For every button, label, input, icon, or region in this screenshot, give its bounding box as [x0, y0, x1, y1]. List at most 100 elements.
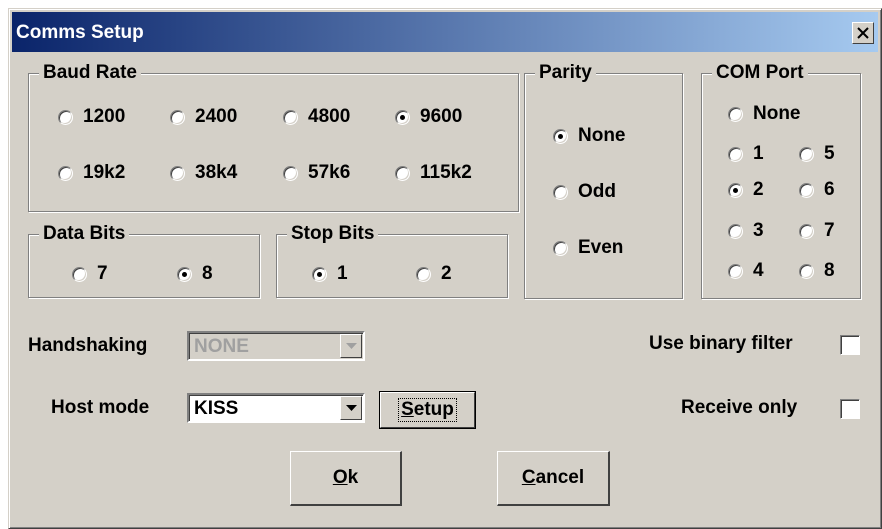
com-port-legend: COM Port	[712, 61, 808, 85]
setup-button-focus: Setup	[398, 398, 457, 422]
com-radio-1[interactable]: 1	[728, 142, 764, 166]
stop-bits-radio-1[interactable]: 1	[312, 262, 348, 286]
baud-option-label: 57k6	[308, 162, 351, 183]
binary-filter-label: Use binary filter	[649, 333, 793, 354]
baud-radio-57k6[interactable]: 57k6	[283, 161, 350, 185]
stop-bits-group: Stop Bits 1 2	[276, 222, 508, 298]
baud-option-label: 19k2	[83, 162, 126, 183]
radio-icon	[58, 165, 73, 181]
baud-option-label: 1200	[83, 106, 126, 127]
radio-icon	[553, 240, 568, 256]
handshaking-label: Handshaking	[28, 335, 148, 356]
cancel-button[interactable]: Cancel	[497, 451, 610, 506]
radio-icon	[799, 223, 814, 239]
setup-button-accel: S	[401, 399, 414, 420]
parity-option-label: Odd	[578, 181, 616, 202]
baud-rate-legend: Baud Rate	[39, 61, 141, 85]
radio-icon	[799, 263, 814, 279]
radio-icon-selected	[553, 128, 568, 144]
radio-icon	[553, 184, 568, 200]
baud-option-label: 4800	[308, 106, 351, 127]
radio-icon	[728, 106, 743, 122]
baud-radio-19k2[interactable]: 19k2	[58, 161, 125, 185]
radio-icon	[170, 165, 185, 181]
setup-button-label: etup	[413, 399, 454, 420]
radio-icon	[283, 109, 298, 125]
com-port-group: COM Port None 1 5 2 6 3 7 4 8	[701, 61, 861, 299]
radio-icon	[728, 223, 743, 239]
handshaking-dropdown-button	[340, 334, 362, 358]
chevron-down-icon	[346, 343, 357, 349]
com-option-label: 3	[753, 220, 764, 241]
radio-icon	[170, 109, 185, 125]
stop-bits-radio-2[interactable]: 2	[416, 262, 452, 286]
setup-button[interactable]: Setup	[379, 391, 476, 429]
parity-group: Parity None Odd Even	[524, 61, 683, 299]
handshaking-select: NONE	[187, 331, 365, 361]
radio-icon	[799, 182, 814, 198]
radio-icon	[728, 263, 743, 279]
close-icon	[857, 27, 869, 39]
close-button[interactable]	[852, 22, 874, 44]
radio-icon	[58, 109, 73, 125]
parity-legend: Parity	[535, 61, 596, 85]
radio-icon	[799, 146, 814, 162]
baud-option-label: 9600	[420, 106, 463, 127]
baud-radio-2400[interactable]: 2400	[170, 105, 237, 129]
com-radio-8[interactable]: 8	[799, 259, 835, 283]
ok-button-label: k	[347, 467, 359, 488]
parity-option-label: Even	[578, 237, 624, 258]
ok-button[interactable]: Ok	[290, 451, 402, 506]
com-option-label: 1	[753, 143, 764, 164]
parity-option-label: None	[578, 125, 626, 146]
parity-radio-none[interactable]: None	[553, 124, 626, 148]
data-bits-radio-8[interactable]: 8	[177, 262, 213, 286]
radio-icon	[416, 266, 431, 282]
baud-radio-4800[interactable]: 4800	[283, 105, 350, 129]
stop-bits-legend: Stop Bits	[287, 222, 379, 246]
data-bits-option-label: 7	[97, 263, 108, 284]
baud-option-label: 38k4	[195, 162, 238, 183]
radio-icon-selected	[395, 109, 410, 125]
parity-radio-odd[interactable]: Odd	[553, 180, 616, 204]
radio-icon-selected	[728, 182, 743, 198]
data-bits-option-label: 8	[202, 263, 213, 284]
host-mode-select[interactable]: KISS	[187, 393, 365, 423]
baud-radio-9600[interactable]: 9600	[395, 105, 462, 129]
radio-icon-selected	[177, 266, 192, 282]
com-option-label: 4	[753, 260, 764, 281]
baud-option-label: 115k2	[420, 162, 472, 183]
stop-bits-option-label: 1	[337, 263, 348, 284]
radio-icon	[283, 165, 298, 181]
baud-radio-1200[interactable]: 1200	[58, 105, 125, 129]
window-title: Comms Setup	[16, 22, 144, 43]
baud-option-label: 2400	[195, 106, 238, 127]
host-mode-dropdown-button[interactable]	[340, 396, 362, 420]
data-bits-group: Data Bits 7 8	[28, 222, 260, 298]
title-bar[interactable]: Comms Setup	[12, 12, 878, 52]
host-mode-value: KISS	[194, 398, 239, 419]
stop-bits-option-label: 2	[441, 263, 452, 284]
com-radio-6[interactable]: 6	[799, 178, 835, 202]
receive-only-label: Receive only	[681, 397, 798, 418]
binary-filter-checkbox[interactable]	[840, 335, 860, 355]
com-radio-2[interactable]: 2	[728, 178, 764, 202]
ok-button-accel: O	[332, 467, 348, 488]
baud-radio-115k2[interactable]: 115k2	[395, 161, 472, 185]
com-radio-4[interactable]: 4	[728, 259, 764, 283]
data-bits-radio-7[interactable]: 7	[72, 262, 108, 286]
parity-radio-even[interactable]: Even	[553, 236, 623, 260]
com-radio-7[interactable]: 7	[799, 219, 835, 243]
com-radio-none[interactable]: None	[728, 102, 801, 126]
com-option-label: 7	[824, 220, 835, 241]
handshaking-value: NONE	[194, 336, 249, 357]
com-radio-5[interactable]: 5	[799, 142, 835, 166]
radio-icon	[395, 165, 410, 181]
receive-only-checkbox[interactable]	[840, 399, 860, 419]
com-option-label: None	[753, 103, 801, 124]
baud-radio-38k4[interactable]: 38k4	[170, 161, 237, 185]
com-radio-3[interactable]: 3	[728, 219, 764, 243]
baud-rate-group: Baud Rate 1200 2400 4800 9600 19k2 38k4 …	[28, 61, 519, 212]
radio-icon	[728, 146, 743, 162]
com-option-label: 2	[753, 179, 764, 200]
